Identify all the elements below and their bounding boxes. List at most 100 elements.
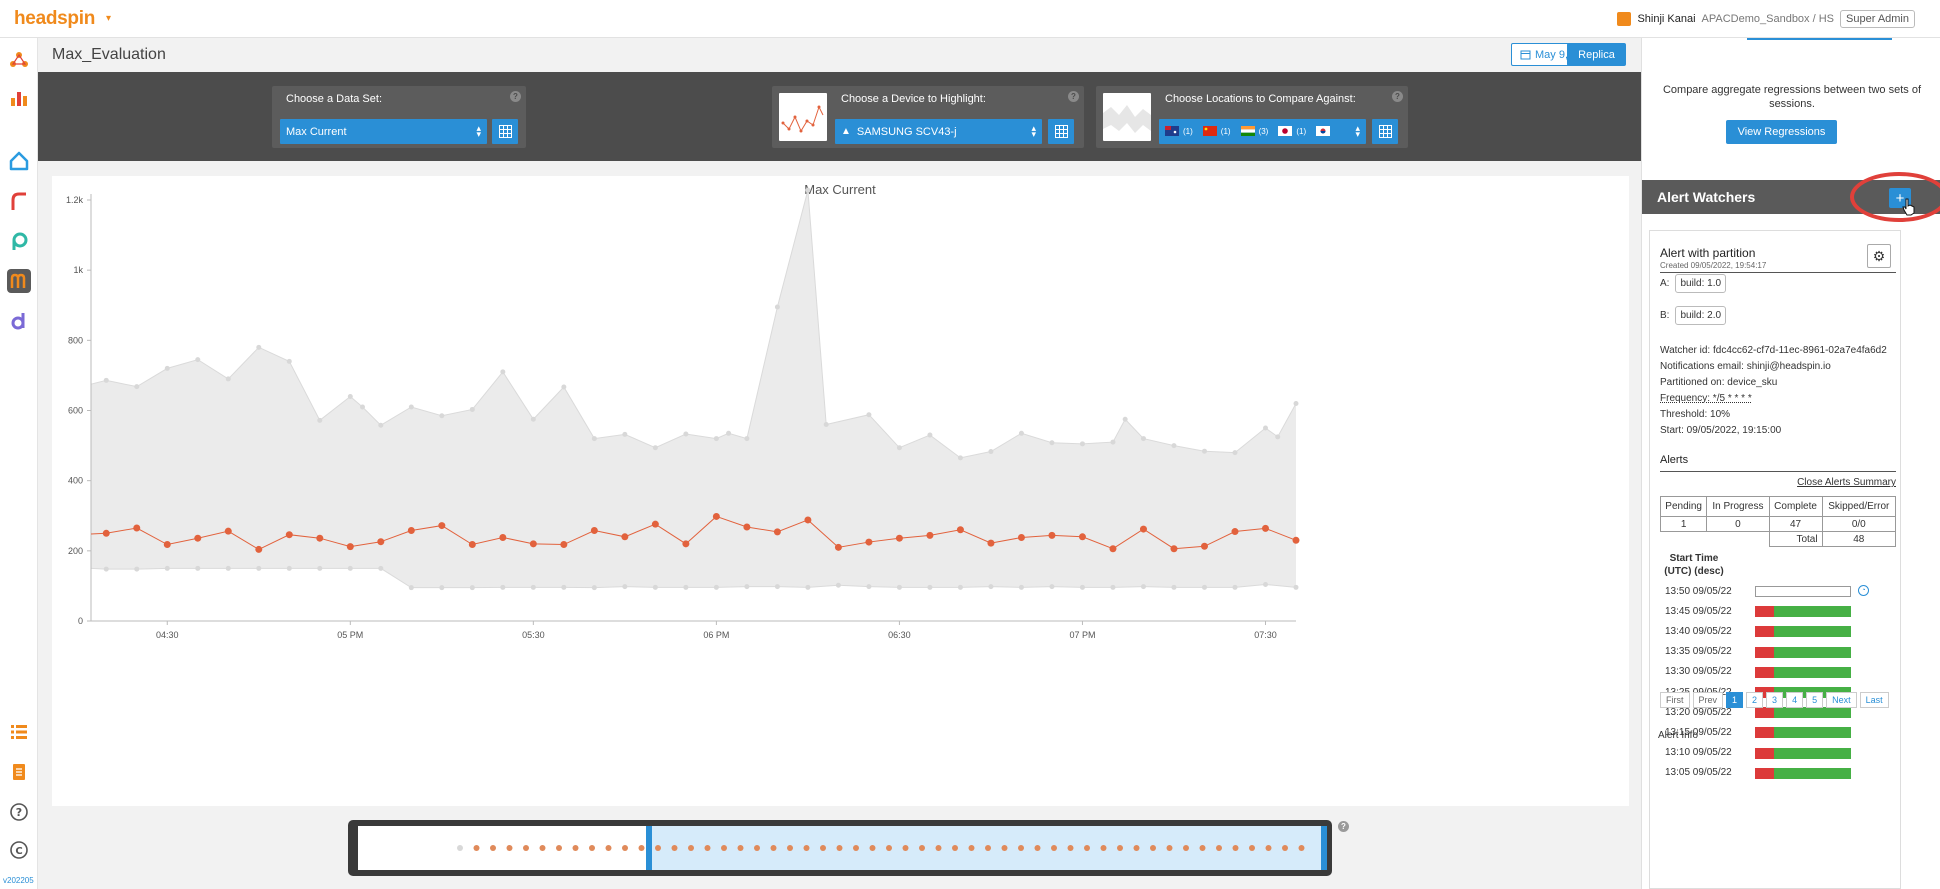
alert-status-bar[interactable] [1755, 586, 1851, 597]
alert-time: 13:50 09/05/22 [1665, 585, 1732, 597]
grid-icon [498, 125, 512, 138]
select-caret-icon: ▴ ▾ [1031, 123, 1036, 139]
highlight-point [1017, 534, 1025, 542]
alert-status-bar[interactable] [1755, 606, 1851, 618]
summary-value: 0 [1706, 516, 1770, 532]
pager-4[interactable]: 4 [1786, 692, 1804, 708]
highlight-point [377, 538, 385, 546]
band-lower-point [439, 585, 445, 591]
locations-grid-button[interactable] [1372, 119, 1398, 144]
alert-status-bar[interactable] [1755, 727, 1851, 739]
alert-time: 13:20 09/05/22 [1665, 706, 1732, 718]
list-icon[interactable] [7, 720, 31, 744]
pager-5[interactable]: 5 [1806, 692, 1824, 708]
page-title: Max_Evaluation [52, 46, 166, 63]
alert-history-row[interactable]: 13:50 09/05/22 ◔ [1665, 584, 1869, 598]
headspin-logo[interactable]: headspin [14, 8, 95, 30]
alert-status-bar[interactable] [1755, 626, 1851, 638]
alerts-heading: Alerts [1660, 454, 1689, 466]
frequency[interactable]: Frequency: */5 * * * * [1660, 393, 1752, 404]
pager-last[interactable]: Last [1859, 692, 1889, 708]
pager-3[interactable]: 3 [1766, 692, 1784, 708]
band-upper-point [1232, 450, 1238, 456]
bar-chart-icon[interactable] [7, 86, 31, 110]
locations-help-icon[interactable]: ? [1392, 91, 1403, 102]
pager-next[interactable]: Next [1826, 692, 1857, 708]
scrubber-dot [952, 845, 958, 851]
alert-history-row[interactable]: 13:10 09/05/22 [1665, 746, 1851, 760]
highlight-point [926, 531, 934, 539]
max-current-chart[interactable]: Max Current 0 200 400 600 800 1k 1.2k 04:30 05 P… [52, 176, 1629, 806]
scrubber-help-icon[interactable]: ? [1338, 821, 1349, 832]
d-app-icon[interactable] [7, 309, 31, 333]
alert-status-bar[interactable] [1755, 646, 1851, 658]
start-time-column-header[interactable]: Start Time (UTC) (desc) [1660, 552, 1728, 578]
scrubber-dot [985, 845, 991, 851]
user-name[interactable]: Shinji Kanai [1637, 13, 1695, 25]
locations-thumbnail[interactable] [1103, 93, 1151, 141]
user-org[interactable]: APACDemo_Sandbox / HS [1702, 13, 1834, 25]
copyright-icon[interactable]: C [7, 838, 31, 862]
performance-icon[interactable] [7, 229, 31, 253]
location-count: (1) [1296, 127, 1307, 136]
scrubber-dot [1100, 845, 1107, 851]
pager-1[interactable]: 1 [1726, 692, 1744, 708]
band-upper-point [1018, 430, 1024, 436]
cluster-icon[interactable] [7, 48, 31, 72]
dataset-grid-button[interactable] [492, 119, 518, 144]
watcher-settings-button[interactable]: ⚙ [1867, 244, 1891, 268]
home-icon[interactable] [7, 149, 31, 173]
device-grid-button[interactable] [1048, 119, 1074, 144]
role-badge[interactable]: Super Admin [1840, 10, 1915, 28]
scrubber-dot [506, 845, 513, 851]
dataset-help-icon[interactable]: ? [510, 91, 521, 102]
scrubber-dot [572, 845, 579, 851]
pager-2[interactable]: 2 [1746, 692, 1764, 708]
pass-bar [1774, 606, 1851, 618]
alert-status-bar[interactable] [1755, 666, 1851, 678]
notes-icon[interactable] [7, 760, 31, 784]
alert-status-bar[interactable] [1755, 747, 1851, 759]
device-select[interactable]: ▲ SAMSUNG SCV43-j ▴ ▾ [835, 119, 1042, 144]
alert-history-row[interactable]: 13:40 09/05/22 [1665, 624, 1851, 638]
band-upper-point [500, 369, 506, 375]
alert-history-row[interactable]: 13:05 09/05/22 [1665, 766, 1851, 780]
device-help-icon[interactable]: ? [1068, 91, 1079, 102]
alert-history-row[interactable]: 13:35 09/05/22 [1665, 645, 1851, 659]
time-range-scrubber[interactable] [348, 820, 1332, 876]
close-alerts-summary-link[interactable]: Close Alerts Summary [1797, 477, 1896, 488]
location-count: (1) [1183, 127, 1193, 136]
device-sparkline-thumbnail[interactable] [779, 93, 827, 141]
alert-history-row[interactable]: 13:30 09/05/22 [1665, 665, 1851, 679]
replica-button[interactable]: Replica [1567, 43, 1626, 66]
x-tick-label: 05:30 [522, 630, 545, 640]
logo-menu-caret-icon[interactable]: ▾ [106, 13, 111, 24]
view-regressions-button[interactable]: View Regressions [1726, 120, 1837, 144]
calendar-icon [1520, 50, 1531, 60]
pager-first[interactable]: First [1660, 692, 1690, 708]
scrubber-dot [1282, 845, 1288, 851]
alert-status-bar[interactable] [1755, 707, 1851, 719]
band-lower-point [1110, 584, 1116, 590]
band-lower-point [866, 584, 872, 590]
alert-status-bar[interactable] [1755, 767, 1851, 779]
alert-watcher-card: Alert with partition Created 09/05/2022,… [1649, 230, 1901, 889]
scrubber-dot [1216, 845, 1222, 851]
locations-select[interactable]: (1) (1) (3) (1) ▴ ▾ [1159, 119, 1366, 144]
highlight-point [163, 541, 171, 549]
highlight-point [529, 540, 537, 548]
svg-text:?: ? [16, 806, 22, 819]
band-upper-point [866, 412, 872, 418]
dataset-select[interactable]: Max Current ▴ ▾ [280, 119, 487, 144]
watcher-title: Alert with partition [1660, 246, 1756, 260]
summary-total-label: Total [1768, 531, 1823, 547]
pass-bar [1774, 626, 1851, 638]
regression-icon[interactable] [7, 189, 31, 213]
alert-history-row[interactable]: 13:45 09/05/22 [1665, 604, 1851, 618]
scrubber-dot [770, 845, 777, 851]
m-app-icon[interactable] [7, 269, 31, 293]
pager-prev[interactable]: Prev [1692, 692, 1724, 708]
help-icon[interactable]: ? [7, 800, 31, 824]
band-lower-point [683, 584, 689, 590]
locations-label: Choose Locations to Compare Against: [1165, 93, 1356, 105]
